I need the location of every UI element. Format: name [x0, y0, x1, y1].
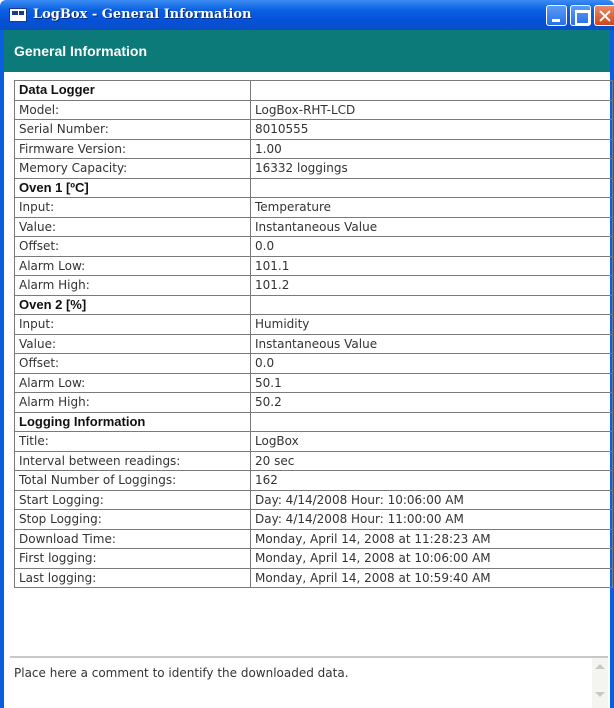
field-value: 8010555 — [250, 119, 613, 140]
section-heading: Data Logger — [14, 80, 251, 101]
comment-scrollbar[interactable] — [592, 658, 608, 708]
table-row: Alarm High: 101.2 — [14, 275, 613, 296]
section-heading-row: Data Logger — [14, 80, 613, 101]
table-row: Start Logging: Day: 4/14/2008 Hour: 10:06… — [14, 489, 613, 510]
field-value: LogBox-RHT-LCD — [250, 99, 613, 120]
field-label: Stop Logging: — [14, 509, 251, 530]
field-value: Instantaneous Value — [250, 216, 613, 237]
field-label: Start Logging: — [14, 489, 251, 510]
field-label: Value: — [14, 333, 251, 354]
field-label: Alarm Low: — [14, 372, 251, 393]
section-heading-value — [250, 294, 613, 315]
section-heading: Oven 2 [%] — [14, 294, 251, 315]
section-heading-value — [250, 177, 613, 198]
table-row: Alarm High: 50.2 — [14, 392, 613, 413]
section-heading-value — [250, 80, 613, 101]
field-label: Serial Number: — [14, 119, 251, 140]
section-heading-row: Oven 2 [%] — [14, 294, 613, 315]
table-row: Value: Instantaneous Value — [14, 333, 613, 354]
table-row: Title: LogBox — [14, 431, 613, 452]
field-label: Alarm High: — [14, 392, 251, 413]
comment-field[interactable]: Place here a comment to identify the dow… — [10, 656, 608, 708]
field-label: Title: — [14, 431, 251, 452]
table-row: Serial Number: 8010555 — [14, 119, 613, 140]
field-value: Day: 4/14/2008 Hour: 10:06:00 AM — [250, 489, 613, 510]
field-value: 0.0 — [250, 353, 613, 374]
table-row: Download Time: Monday, April 14, 2008 at … — [14, 528, 613, 549]
window-title: LogBox - General Information — [33, 7, 252, 22]
field-value: 0.0 — [250, 236, 613, 257]
field-label: Interval between readings: — [14, 450, 251, 471]
field-value: 101.2 — [250, 275, 613, 296]
field-value: Day: 4/14/2008 Hour: 11:00:00 AM — [250, 509, 613, 530]
field-label: Offset: — [14, 236, 251, 257]
maximize-icon[interactable] — [570, 5, 591, 26]
field-label: Input: — [14, 314, 251, 335]
field-value: 50.1 — [250, 372, 613, 393]
field-label: First logging: — [14, 548, 251, 569]
table-row: Firmware Version: 1.00 — [14, 138, 613, 159]
field-value: Humidity — [250, 314, 613, 335]
field-label: Value: — [14, 216, 251, 237]
logbox-app-icon[interactable] — [9, 8, 27, 22]
field-label: Memory Capacity: — [14, 158, 251, 179]
section-heading-row: Oven 1 [ºC] — [14, 177, 613, 198]
table-row: Memory Capacity: 16332 loggings — [14, 158, 613, 179]
table-row: Alarm Low: 50.1 — [14, 372, 613, 393]
minimize-icon[interactable] — [546, 5, 567, 26]
field-value: 101.1 — [250, 255, 613, 276]
field-label: Last logging: — [14, 567, 251, 588]
title-bar[interactable]: LogBox - General Information — [0, 0, 614, 30]
table-row: First logging: Monday, April 14, 2008 at … — [14, 548, 613, 569]
scroll-up-icon[interactable] — [595, 664, 605, 669]
field-label: Alarm Low: — [14, 255, 251, 276]
section-heading: Oven 1 [ºC] — [14, 177, 251, 198]
table-row: Input: Humidity — [14, 314, 613, 335]
table-row: Alarm Low: 101.1 — [14, 255, 613, 276]
content-area: Data Logger Model: LogBox-RHT-LCD Serial Nu… — [0, 72, 614, 708]
table-row: Stop Logging: Day: 4/14/2008 Hour: 11:00:… — [14, 509, 613, 530]
field-label: Input: — [14, 197, 251, 218]
logbox-window: LogBox - General Information General Inf… — [0, 0, 614, 708]
field-value: 162 — [250, 470, 613, 491]
table-row: Input: Temperature — [14, 197, 613, 218]
table-row: Offset: 0.0 — [14, 353, 613, 374]
field-value: Instantaneous Value — [250, 333, 613, 354]
page-title: General Information — [14, 43, 148, 59]
field-label: Total Number of Loggings: — [14, 470, 251, 491]
table-row: Interval between readings: 20 sec — [14, 450, 613, 471]
table-row: Last logging: Monday, April 14, 2008 at 1… — [14, 567, 613, 588]
section-heading-value — [250, 411, 613, 432]
field-value: Monday, April 14, 2008 at 10:59:40 AM — [250, 567, 613, 588]
field-value: LogBox — [250, 431, 613, 452]
close-icon[interactable] — [594, 5, 614, 26]
table-row: Model: LogBox-RHT-LCD — [14, 99, 613, 120]
section-heading: Logging Information — [14, 411, 251, 432]
field-value: Monday, April 14, 2008 at 10:06:00 AM — [250, 548, 613, 569]
info-table: Data Logger Model: LogBox-RHT-LCD Serial Nu… — [14, 80, 613, 588]
comment-text[interactable]: Place here a comment to identify the dow… — [14, 666, 349, 680]
field-value: 16332 loggings — [250, 158, 613, 179]
table-row: Offset: 0.0 — [14, 236, 613, 257]
scroll-down-icon[interactable] — [595, 692, 605, 697]
table-row: Value: Instantaneous Value — [14, 216, 613, 237]
field-value: 1.00 — [250, 138, 613, 159]
section-header: General Information — [0, 30, 614, 72]
field-value: 50.2 — [250, 392, 613, 413]
table-row: Total Number of Loggings: 162 — [14, 470, 613, 491]
field-label: Offset: — [14, 353, 251, 374]
field-value: Monday, April 14, 2008 at 11:28:23 AM — [250, 528, 613, 549]
field-label: Alarm High: — [14, 275, 251, 296]
field-value: 20 sec — [250, 450, 613, 471]
field-label: Download Time: — [14, 528, 251, 549]
field-value: Temperature — [250, 197, 613, 218]
field-label: Model: — [14, 99, 251, 120]
field-label: Firmware Version: — [14, 138, 251, 159]
section-heading-row: Logging Information — [14, 411, 613, 432]
